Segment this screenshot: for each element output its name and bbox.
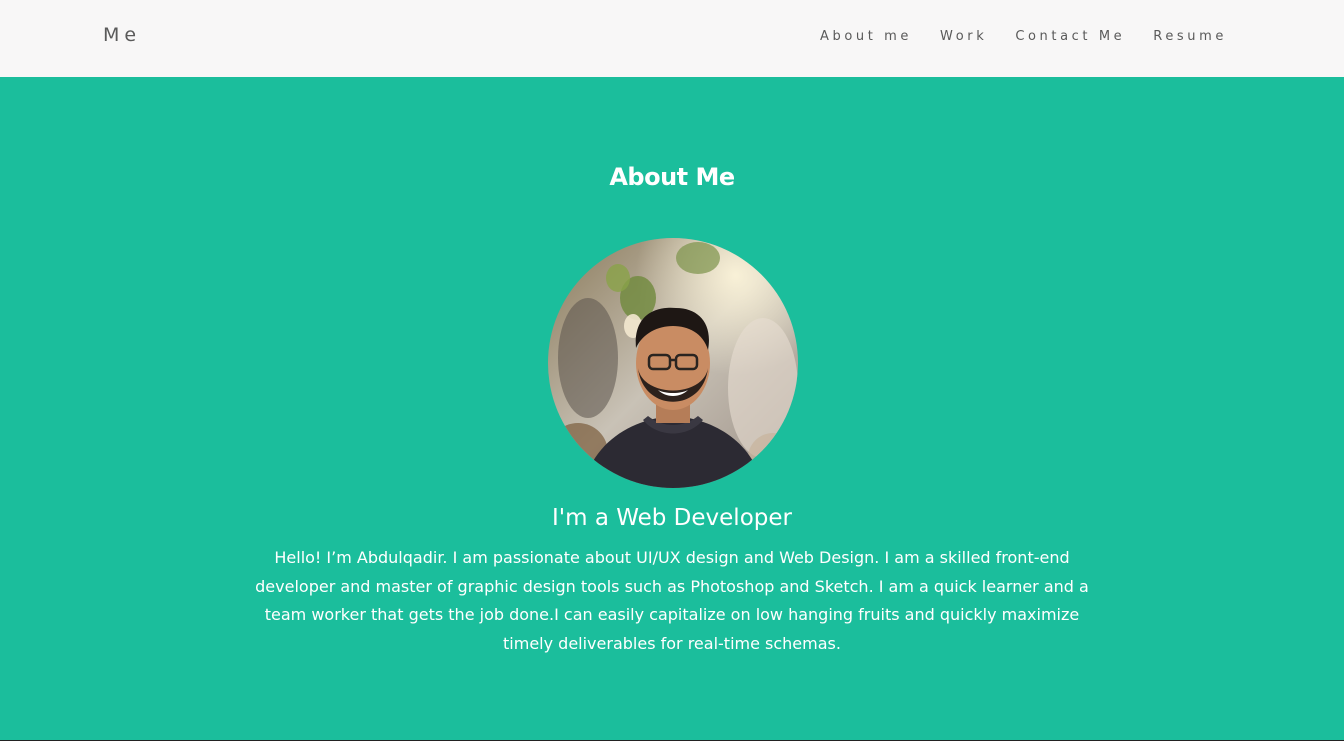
- about-section: About Me I'm a Web Developer Hello! I’m …: [0, 77, 1344, 740]
- nav-link-work[interactable]: Work: [940, 29, 987, 44]
- nav-link-resume[interactable]: Resume: [1153, 29, 1227, 44]
- brand-link[interactable]: Me: [103, 24, 141, 46]
- profile-photo: [548, 238, 798, 488]
- role-heading: I'm a Web Developer: [552, 505, 792, 531]
- navbar: Me About me Work Contact Me Resume: [0, 0, 1344, 77]
- nav-link-contact-me[interactable]: Contact Me: [1015, 29, 1125, 44]
- nav-link-about-me[interactable]: About me: [820, 29, 912, 44]
- main-nav: About me Work Contact Me Resume: [792, 29, 1227, 44]
- bio-paragraph: Hello! I’m Abdulqadir. I am passionate a…: [255, 548, 1089, 654]
- section-title: About Me: [609, 163, 735, 191]
